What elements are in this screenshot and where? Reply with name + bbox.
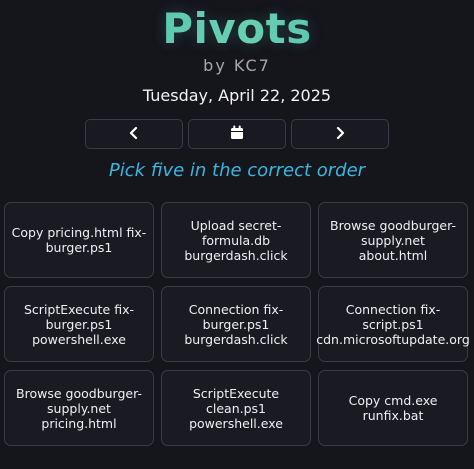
pivot-card[interactable]: Connection fix-burger.ps1 burgerdash.cli… — [161, 286, 311, 362]
pivot-card[interactable]: ScriptExecute clean.ps1 powershell.exe — [161, 370, 311, 446]
calendar-button[interactable] — [188, 119, 286, 149]
previous-day-button[interactable] — [85, 119, 183, 149]
next-day-button[interactable] — [291, 119, 389, 149]
byline: by KC7 — [203, 56, 271, 75]
pivot-card[interactable]: Browse goodburger-supply.net about.html — [318, 202, 468, 278]
instruction-text: Pick five in the correct order — [108, 160, 366, 181]
date-navigation — [85, 119, 389, 149]
calendar-icon — [230, 125, 244, 144]
pivot-card[interactable]: Upload secret-formula.db burgerdash.clic… — [161, 202, 311, 278]
chevron-right-icon — [334, 125, 346, 144]
pivot-card[interactable]: Connection fix-script.ps1 cdn.microsoftu… — [316, 286, 470, 362]
pivot-card[interactable]: ScriptExecute fix-burger.ps1 powershell.… — [4, 286, 154, 362]
game-title: Pivots — [0, 4, 474, 54]
pivot-card[interactable]: Copy pricing.html fix-burger.ps1 — [4, 202, 154, 278]
pivot-card[interactable]: Browse goodburger-supply.net pricing.htm… — [4, 370, 154, 446]
chevron-left-icon — [128, 125, 140, 144]
pivot-card[interactable]: Copy cmd.exe runfix.bat — [318, 370, 468, 446]
puzzle-date: Tuesday, April 22, 2025 — [142, 86, 332, 105]
pivots-page: Pivots by KC7 Tuesday, April 22, 2025 Pi… — [0, 0, 474, 469]
